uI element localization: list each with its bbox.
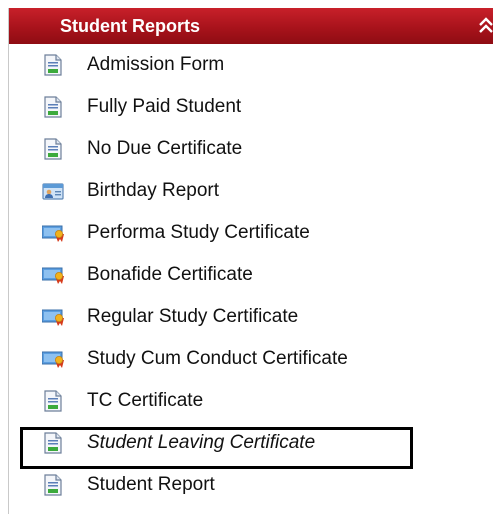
menu-item-label: Study Cum Conduct Certificate	[87, 348, 348, 369]
menu-item-study-cum-conduct-certificate[interactable]: Study Cum Conduct Certificate	[9, 338, 493, 380]
menu-item-no-due-certificate[interactable]: No Due Certificate	[9, 128, 493, 170]
menu-item-label: Admission Form	[87, 54, 225, 75]
menu-item-bonafide-certificate[interactable]: Bonafide Certificate	[9, 254, 493, 296]
certificate-icon	[41, 348, 64, 370]
document-icon	[42, 138, 64, 160]
menu-item-label: Birthday Report	[87, 180, 220, 201]
menu-item-regular-study-certificate[interactable]: Regular Study Certificate	[9, 296, 493, 338]
menu-item-student-report[interactable]: Student Report	[9, 464, 493, 506]
document-icon	[42, 474, 64, 496]
menu-item-label: No Due Certificate	[87, 138, 243, 159]
document-icon	[42, 390, 64, 412]
menu-item-label: Performa Study Certificate	[87, 222, 310, 243]
menu-item-birthday-report[interactable]: Birthday Report	[9, 170, 493, 212]
menu-item-label: Bonafide Certificate	[87, 264, 253, 285]
menu-item-admission-form[interactable]: Admission Form	[9, 44, 493, 86]
document-icon	[42, 54, 64, 76]
menu-item-label: Fully Paid Student	[87, 96, 242, 117]
menu-item-label: Student Leaving Certificate	[87, 432, 316, 453]
menu-item-student-leaving-certificate[interactable]: Student Leaving Certificate	[9, 422, 493, 464]
document-icon	[42, 432, 64, 454]
student-reports-panel: Student Reports Admission Form Fully Pai…	[8, 8, 493, 514]
panel-header[interactable]: Student Reports	[9, 8, 493, 44]
menu-item-fully-paid-student[interactable]: Fully Paid Student	[9, 86, 493, 128]
panel-title: Student Reports	[60, 15, 201, 36]
certificate-icon	[41, 264, 64, 286]
menu-item-label: TC Certificate	[87, 390, 204, 411]
menu-item-performa-study-certificate[interactable]: Performa Study Certificate	[9, 212, 493, 254]
double-chevron-up-icon[interactable]	[477, 14, 493, 36]
id-card-icon	[42, 180, 64, 202]
menu-item-tc-certificate[interactable]: TC Certificate	[9, 380, 493, 422]
menu-item-label: Student Report	[87, 474, 215, 495]
document-icon	[42, 96, 64, 118]
menu-item-label: Regular Study Certificate	[87, 306, 299, 327]
certificate-icon	[41, 306, 64, 328]
certificate-icon	[41, 222, 64, 244]
